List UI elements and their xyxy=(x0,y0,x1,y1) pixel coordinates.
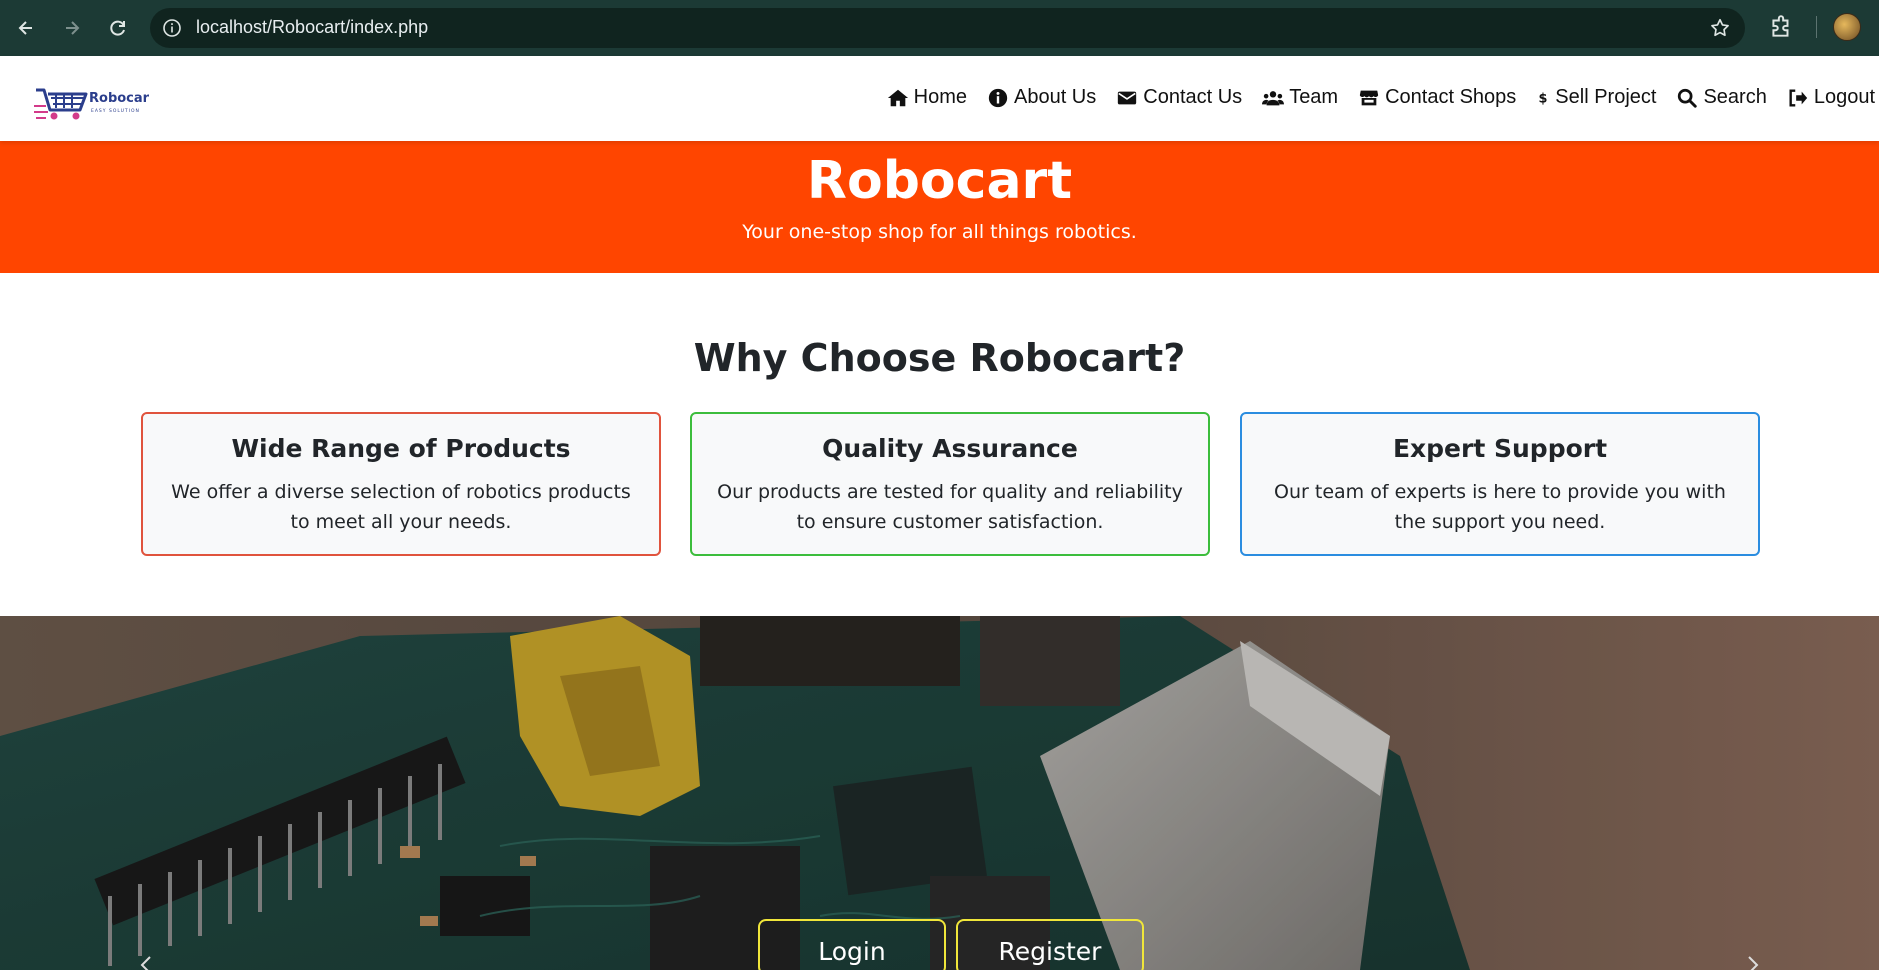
profile-avatar[interactable] xyxy=(1833,13,1861,41)
search-icon xyxy=(1678,88,1698,108)
feature-card-text: Our products are tested for quality and … xyxy=(717,481,1183,533)
nav-sell-project[interactable]: $ Sell Project xyxy=(1536,86,1657,109)
dollar-icon: $ xyxy=(1539,91,1548,106)
register-button[interactable]: Register xyxy=(956,919,1144,970)
hero-subtitle: Your one-stop shop for all things roboti… xyxy=(742,221,1137,243)
forward-arrow-icon[interactable] xyxy=(58,14,86,42)
site-navbar: Robocart EASY SOLUTION Home About Us Con… xyxy=(0,56,1879,141)
nav-logout[interactable]: Logout xyxy=(1787,86,1875,109)
cart-logo-icon: Robocart EASY SOLUTION xyxy=(34,88,155,120)
nav-about-us[interactable]: About Us xyxy=(987,86,1096,109)
hero-banner: Robocart Your one-stop shop for all thin… xyxy=(0,141,1879,273)
feature-card-quality: Quality Assurance Our products are teste… xyxy=(690,412,1210,556)
toolbar-divider xyxy=(1816,16,1817,38)
nav-links: Home About Us Contact Us Team Contact Sh… xyxy=(867,86,1875,109)
extensions-icon[interactable] xyxy=(1768,14,1794,40)
home-icon xyxy=(887,89,908,106)
envelope-icon xyxy=(1118,91,1137,104)
feature-card-text: Our team of experts is here to provide y… xyxy=(1274,481,1726,533)
nav-search[interactable]: Search xyxy=(1676,86,1767,109)
back-arrow-icon[interactable] xyxy=(12,14,40,42)
feature-card-support: Expert Support Our team of experts is he… xyxy=(1240,412,1760,556)
carousel-next-icon[interactable] xyxy=(1743,955,1763,970)
feature-card-title: Expert Support xyxy=(1392,434,1608,463)
carousel-background-image xyxy=(0,616,1879,970)
nav-home[interactable]: Home xyxy=(887,86,967,109)
browser-toolbar: localhost/Robocart/index.php xyxy=(0,0,1879,56)
carousel-prev-icon[interactable] xyxy=(136,955,156,970)
address-url[interactable]: localhost/Robocart/index.php xyxy=(196,17,428,38)
login-button[interactable]: Login xyxy=(758,919,946,970)
users-icon xyxy=(1262,90,1285,105)
feature-card-title: Quality Assurance xyxy=(822,434,1078,463)
nav-contact-shops[interactable]: Contact Shops xyxy=(1358,86,1516,109)
feature-card-wide-range: Wide Range of Products We offer a divers… xyxy=(141,412,661,556)
site-info-icon[interactable] xyxy=(162,18,182,38)
feature-card-text: We offer a diverse selection of robotics… xyxy=(171,481,631,533)
store-icon xyxy=(1359,90,1379,105)
nav-contact-us[interactable]: Contact Us xyxy=(1116,86,1242,109)
circuit-board-image xyxy=(0,616,1879,970)
svg-text:Robocart: Robocart xyxy=(89,91,149,106)
address-bar[interactable]: localhost/Robocart/index.php xyxy=(150,8,1745,48)
info-icon xyxy=(988,88,1008,107)
reload-icon[interactable] xyxy=(104,14,132,42)
hero-title: Robocart xyxy=(806,151,1073,211)
robocart-logo[interactable]: Robocart EASY SOLUTION xyxy=(34,76,155,124)
logout-icon xyxy=(1789,88,1807,107)
feature-card-title: Wide Range of Products xyxy=(231,434,571,463)
svg-text:EASY SOLUTION: EASY SOLUTION xyxy=(91,108,140,114)
why-choose-title: Why Choose Robocart? xyxy=(693,336,1186,380)
bookmark-star-icon[interactable] xyxy=(1709,17,1731,39)
svg-text:$: $ xyxy=(1539,91,1548,106)
nav-team[interactable]: Team xyxy=(1262,86,1338,109)
